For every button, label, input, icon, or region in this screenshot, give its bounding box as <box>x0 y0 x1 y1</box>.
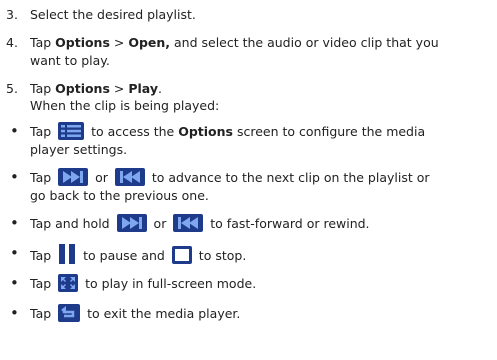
bullet-text: Tap and hold <box>30 216 114 231</box>
next-clip-icon <box>58 168 89 186</box>
bullet-text: to advance to the next clip on the playl… <box>147 170 430 185</box>
bullet-dot: • <box>10 304 19 322</box>
options-menu-label: Options <box>55 81 110 96</box>
play-menu-label: Play <box>128 81 158 96</box>
step-text: and select the audio or video clip that … <box>170 35 439 50</box>
step-text: . <box>157 81 162 96</box>
step-number: 3. <box>6 7 18 22</box>
bullet-text: to play in full-screen mode. <box>81 276 257 291</box>
step-number: 4. <box>6 35 18 50</box>
previous-clip-icon <box>173 214 204 232</box>
step-text: When the clip is being played: <box>30 98 220 113</box>
bullet-text: Tap <box>30 248 56 263</box>
bullet-dot: • <box>10 274 19 292</box>
step-text: > <box>109 81 129 96</box>
pause-icon <box>58 244 76 264</box>
bullet-text: to pause and <box>79 248 169 263</box>
open-menu-label: Open, <box>128 35 171 50</box>
bullet-text: Tap <box>30 170 56 185</box>
step-number: 5. <box>6 81 18 96</box>
bullet-text: or <box>91 170 112 185</box>
bullet-text: to access the <box>87 124 179 139</box>
bullet-dot: • <box>10 122 19 140</box>
step-text: Tap <box>30 35 56 50</box>
stop-icon <box>171 246 192 264</box>
options-screen-label: Options <box>178 124 233 139</box>
bullet-text: screen to configure the media <box>232 124 426 139</box>
step-text: Select the desired playlist. <box>30 7 196 22</box>
bullet-text: player settings. <box>30 142 128 157</box>
bullet-dot: • <box>10 168 19 186</box>
back-exit-icon <box>58 304 81 322</box>
bullet-text: or <box>149 216 171 231</box>
bullet-text: go back to the previous one. <box>30 188 209 203</box>
manual-page: 3. Select the desired playlist. 4. Tap O… <box>0 0 497 360</box>
bullet-text: Tap <box>30 124 56 139</box>
options-list-icon <box>58 122 85 140</box>
step-text: > <box>109 35 129 50</box>
bullet-dot: • <box>10 244 19 262</box>
fullscreen-icon <box>58 274 79 292</box>
bullet-text: to stop. <box>194 248 247 263</box>
bullet-dot: • <box>10 214 19 232</box>
next-clip-icon <box>116 214 147 232</box>
step-text: Tap <box>30 81 56 96</box>
bullet-text: to exit the media player. <box>83 306 241 321</box>
step-text: want to play. <box>30 53 110 68</box>
previous-clip-icon <box>114 168 145 186</box>
bullet-text: Tap <box>30 306 56 321</box>
bullet-text: to fast-forward or rewind. <box>206 216 370 231</box>
bullet-text: Tap <box>30 276 56 291</box>
options-menu-label: Options <box>55 35 110 50</box>
